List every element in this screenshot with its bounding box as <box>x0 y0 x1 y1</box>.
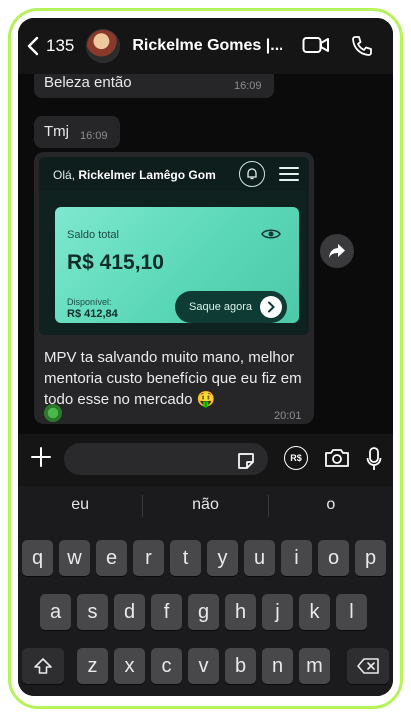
key-r[interactable]: r <box>133 540 164 576</box>
backspace-key[interactable] <box>347 648 389 684</box>
shift-key[interactable] <box>22 648 64 684</box>
eye-icon <box>261 229 281 239</box>
camera-icon[interactable] <box>324 447 350 469</box>
bell-icon <box>239 161 265 187</box>
image-caption: MPV ta salvando muito mano, melhor mento… <box>44 349 302 408</box>
saque-label: Saque agora <box>189 301 252 313</box>
avatar[interactable] <box>86 29 121 63</box>
keyboard: eu não o q w e r t y u i o p a s d f g h… <box>18 486 393 696</box>
disponivel-label: Disponível: <box>67 297 112 307</box>
balance-card: Saldo total R$ 415,10 Disponível: R$ 412… <box>55 207 299 323</box>
key-i[interactable]: i <box>281 540 312 576</box>
share-icon <box>329 244 345 258</box>
message-time: 16:09 <box>80 130 108 142</box>
key-q[interactable]: q <box>22 540 53 576</box>
chevron-left-icon <box>27 36 39 56</box>
sticker-icon[interactable] <box>236 451 256 471</box>
message-time: 20:01 <box>274 410 302 422</box>
saque-button: Saque agora <box>175 291 287 323</box>
image-message[interactable]: Olá, Rickelmer Lamêgo Gom Saldo total R$… <box>34 152 314 424</box>
message-time: 16:09 <box>234 80 262 92</box>
key-d[interactable]: d <box>114 594 145 630</box>
message-bubble[interactable]: Tmj 16:09 <box>34 116 120 148</box>
app-greeting: Olá, Rickelmer Lamêgo Gom <box>53 168 233 182</box>
shift-icon <box>34 658 52 674</box>
greeting-name: Rickelmer Lamêgo Gom <box>78 168 216 182</box>
key-p[interactable]: p <box>355 540 386 576</box>
suggestion-item[interactable]: o <box>269 486 393 526</box>
message-text: Tmj <box>44 123 69 140</box>
greeting-prefix: Olá, <box>53 168 76 182</box>
phone-call-button[interactable] <box>350 34 374 63</box>
virus-emoji-icon <box>44 404 62 422</box>
key-c[interactable]: c <box>151 648 182 684</box>
key-w[interactable]: w <box>59 540 90 576</box>
phone-screen: 135 Rickelme Gomes |... Beleza então 16:… <box>18 18 393 696</box>
key-a[interactable]: a <box>40 594 71 630</box>
video-call-icon <box>302 37 329 53</box>
menu-icon <box>279 167 299 181</box>
unread-count: 135 <box>46 36 75 55</box>
phone-icon <box>352 36 372 56</box>
message-text: Beleza então <box>44 74 132 91</box>
key-g[interactable]: g <box>188 594 219 630</box>
key-k[interactable]: k <box>299 594 330 630</box>
message-list[interactable]: Beleza então 16:09 Tmj 16:09 Olá, Rickel… <box>18 68 393 434</box>
shared-screenshot[interactable]: Olá, Rickelmer Lamêgo Gom Saldo total R$… <box>39 157 309 335</box>
app-topbar: Olá, Rickelmer Lamêgo Gom <box>39 157 309 191</box>
compose-bar: R$ <box>18 434 393 486</box>
key-u[interactable]: u <box>244 540 275 576</box>
microphone-icon[interactable] <box>366 446 382 472</box>
back-button[interactable]: 135 <box>26 36 74 56</box>
contact-name[interactable]: Rickelme Gomes |... <box>132 37 282 55</box>
key-z[interactable]: z <box>77 648 108 684</box>
key-h[interactable]: h <box>225 594 256 630</box>
key-x[interactable]: x <box>114 648 145 684</box>
saldo-value: R$ 415,10 <box>67 251 164 274</box>
key-o[interactable]: o <box>318 540 349 576</box>
key-s[interactable]: s <box>77 594 108 630</box>
backspace-icon <box>357 658 379 674</box>
key-b[interactable]: b <box>225 648 256 684</box>
key-t[interactable]: t <box>170 540 201 576</box>
key-e[interactable]: e <box>96 540 127 576</box>
key-f[interactable]: f <box>151 594 182 630</box>
key-j[interactable]: j <box>262 594 293 630</box>
disponivel-value: R$ 412,84 <box>67 308 118 320</box>
key-y[interactable]: y <box>207 540 238 576</box>
suggestion-item[interactable]: eu <box>18 486 142 526</box>
key-m[interactable]: m <box>299 648 330 684</box>
chevron-right-icon <box>260 296 282 318</box>
saldo-label: Saldo total <box>67 229 119 241</box>
suggestion-bar: eu não o <box>18 486 393 526</box>
chat-header: 135 Rickelme Gomes |... <box>18 18 393 74</box>
plus-icon[interactable] <box>30 446 52 468</box>
currency-icon[interactable]: R$ <box>284 446 308 470</box>
video-call-button[interactable] <box>302 34 330 61</box>
key-l[interactable]: l <box>336 594 367 630</box>
key-n[interactable]: n <box>262 648 293 684</box>
key-v[interactable]: v <box>188 648 219 684</box>
suggestion-item[interactable]: não <box>143 486 267 526</box>
share-button[interactable] <box>320 234 354 268</box>
